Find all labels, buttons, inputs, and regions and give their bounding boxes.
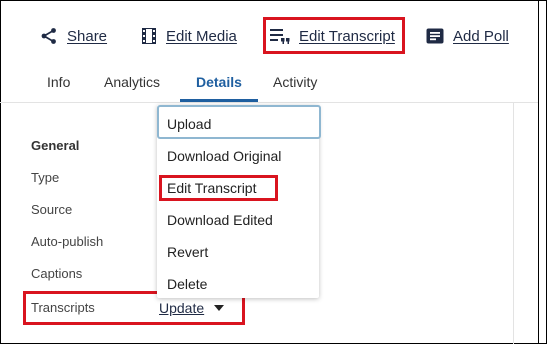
section-title-general: General [31,138,80,153]
add-poll-label: Add Poll [453,27,509,45]
field-label-auto-publish: Auto-publish [31,234,104,249]
field-label-type: Type [31,170,60,185]
edit-media-button[interactable]: Edit Media [141,24,237,48]
caret-down-icon[interactable] [214,305,224,311]
field-label-source: Source [31,202,73,217]
menu-item-revert[interactable]: Revert [167,244,208,260]
menu-item-download-original[interactable]: Download Original [167,148,281,164]
field-label-captions: Captions [31,266,83,281]
tab-bar: Info Analytics Details Activity [0,66,538,102]
tab-activity[interactable]: Activity [273,74,317,90]
tab-info[interactable]: Info [47,74,70,90]
menu-item-download-edited[interactable]: Download Edited [167,212,273,228]
tab-details[interactable]: Details [196,74,242,90]
transcript-icon [270,28,290,44]
poll-icon [426,28,444,44]
scrollbar-edge [538,0,547,344]
transcript-actions-menu: Upload Download Original Edit Transcript… [157,105,321,298]
edit-transcript-label: Edit Transcript [299,27,395,45]
menu-item-upload[interactable]: Upload [167,116,211,132]
edit-media-label: Edit Media [166,27,237,45]
field-label-transcripts: Transcripts [31,300,95,315]
tabs-divider [0,102,538,103]
share-label: Share [67,27,108,45]
share-button[interactable]: Share [40,24,107,48]
edit-transcript-button[interactable]: Edit Transcript [270,24,395,48]
content-divider [513,103,514,344]
film-icon [141,27,157,45]
share-icon [40,27,58,45]
menu-item-delete[interactable]: Delete [167,276,207,292]
update-dropdown-button[interactable]: Update [159,300,204,316]
add-poll-button[interactable]: Add Poll [426,24,509,48]
menu-item-edit-transcript[interactable]: Edit Transcript [167,180,256,196]
tab-analytics[interactable]: Analytics [104,74,160,90]
